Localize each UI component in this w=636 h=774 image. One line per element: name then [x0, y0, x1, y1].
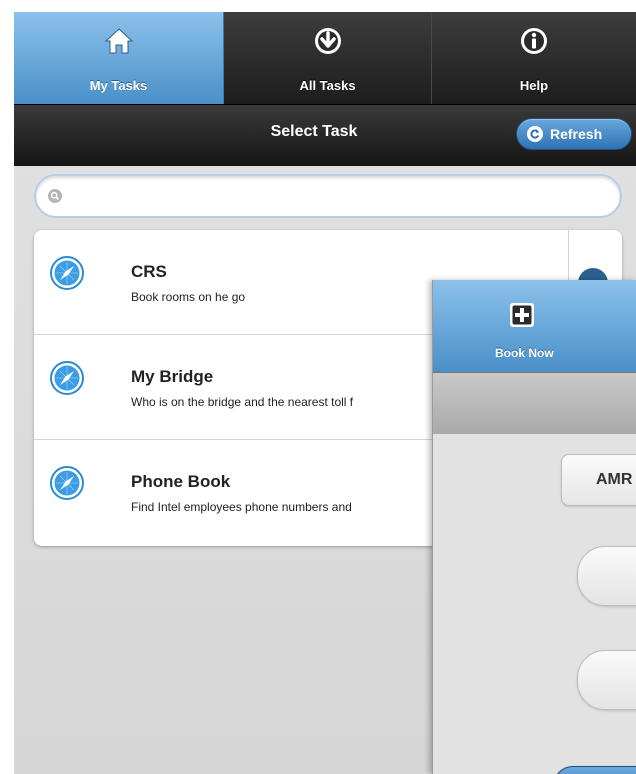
search-input[interactable]	[72, 184, 616, 210]
search-bar	[34, 174, 622, 218]
page-title: Select Task	[270, 123, 358, 140]
tab-my-tasks[interactable]: My Tasks	[14, 12, 224, 104]
tab-bar: My Tasks All Tasks Help	[14, 12, 636, 104]
home-icon	[104, 28, 133, 54]
task-description: Book rooms on he go	[131, 290, 246, 304]
compass-icon	[50, 466, 84, 500]
tab-label: Book Now	[495, 346, 554, 360]
tab-label: My Tasks	[89, 78, 148, 93]
refresh-icon	[527, 126, 543, 142]
header-bar: Select Task Refresh	[14, 104, 636, 166]
task-description: Who is on the bridge and the nearest tol…	[131, 395, 354, 409]
compass-icon	[50, 256, 84, 290]
tab-book-now[interactable]: Book Now	[433, 280, 636, 372]
tab-all-tasks[interactable]: All Tasks	[224, 12, 432, 104]
form-button[interactable]	[577, 546, 636, 606]
compass-icon	[50, 361, 84, 395]
tab-label: All Tasks	[299, 78, 356, 93]
task-name: Phone Book	[131, 472, 231, 491]
task-description: Find Intel employees phone numbers and	[131, 500, 352, 514]
info-icon	[521, 28, 547, 54]
form-button[interactable]	[577, 650, 636, 710]
booking-screen: Book Now AMR	[432, 280, 636, 774]
task-name: CRS	[131, 262, 167, 281]
tab-label: Help	[519, 78, 549, 93]
download-circle-icon	[314, 28, 341, 54]
refresh-label: Refresh	[550, 126, 603, 142]
header-bar	[433, 372, 636, 435]
plus-square-icon	[510, 303, 534, 327]
refresh-button[interactable]: Refresh	[516, 118, 632, 150]
search-icon	[48, 189, 62, 203]
region-select[interactable]: AMR	[561, 454, 636, 506]
region-value: AMR	[596, 471, 633, 488]
submit-button[interactable]	[553, 766, 636, 774]
tab-help[interactable]: Help	[432, 12, 636, 104]
task-name: My Bridge	[131, 367, 214, 386]
